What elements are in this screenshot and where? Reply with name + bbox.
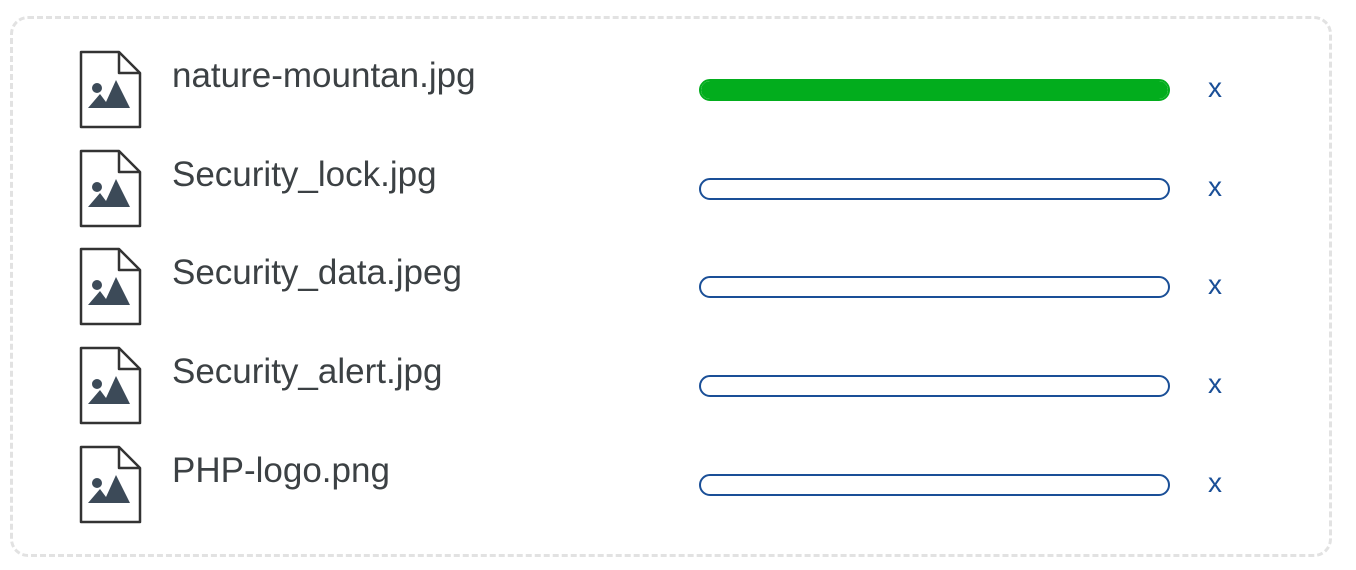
- file-row: nature-mountan.jpg x: [0, 50, 1356, 130]
- file-name: Security_lock.jpg: [172, 155, 437, 194]
- upload-progress-bar: [699, 178, 1170, 200]
- file-name: Security_alert.jpg: [172, 352, 443, 391]
- file-name: nature-mountan.jpg: [172, 56, 476, 95]
- image-file-icon: [78, 50, 142, 130]
- image-file-icon: [78, 247, 142, 327]
- remove-file-button[interactable]: x: [1208, 269, 1222, 301]
- file-row: PHP-logo.png x: [0, 445, 1356, 525]
- upload-progress-bar: [699, 79, 1170, 101]
- upload-progress-bar: [699, 375, 1170, 397]
- remove-file-button[interactable]: x: [1208, 72, 1222, 104]
- upload-progress-bar: [699, 276, 1170, 298]
- remove-file-button[interactable]: x: [1208, 467, 1222, 499]
- file-name: Security_data.jpeg: [172, 253, 462, 292]
- file-name: PHP-logo.png: [172, 451, 390, 490]
- image-file-icon: [78, 346, 142, 426]
- file-row: Security_lock.jpg x: [0, 149, 1356, 229]
- upload-progress-fill: [701, 81, 1168, 99]
- upload-progress-bar: [699, 474, 1170, 496]
- file-row: Security_data.jpeg x: [0, 247, 1356, 327]
- remove-file-button[interactable]: x: [1208, 171, 1222, 203]
- image-file-icon: [78, 445, 142, 525]
- file-row: Security_alert.jpg x: [0, 346, 1356, 426]
- remove-file-button[interactable]: x: [1208, 368, 1222, 400]
- image-file-icon: [78, 149, 142, 229]
